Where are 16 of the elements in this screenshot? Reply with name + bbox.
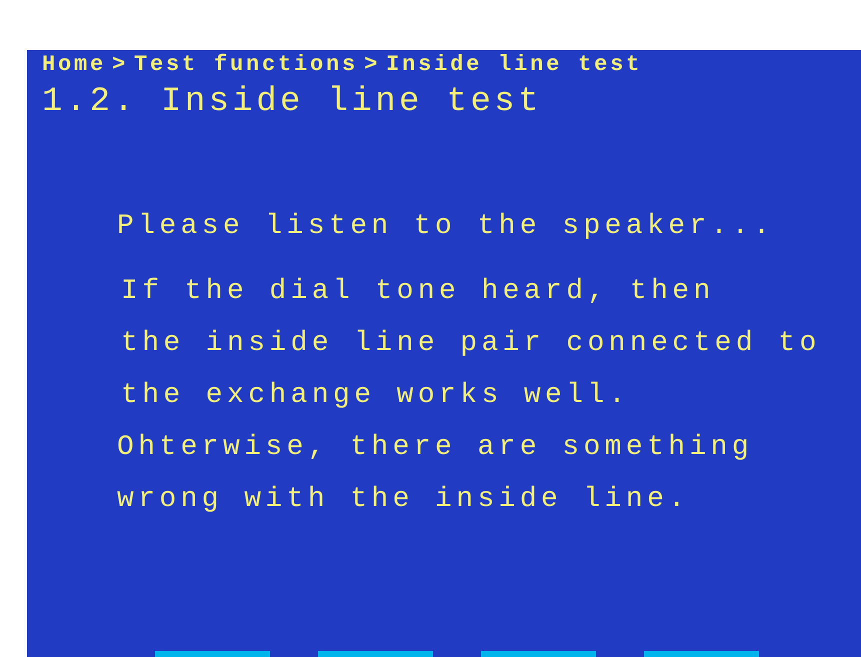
breadcrumb-item[interactable]: Test functions [134,52,358,78]
breadcrumb-separator: > [364,52,380,78]
breadcrumb-item[interactable]: Inside line test [386,52,642,78]
softkey-button[interactable] [481,651,596,657]
message-line: the inside line pair connected to [121,327,822,361]
breadcrumb-separator: > [112,52,128,78]
softkey-button[interactable] [644,651,759,657]
message-line: Ohterwise, there are something [117,431,754,465]
softkey-button[interactable] [318,651,433,657]
message-line: wrong with the inside line. [117,483,690,517]
message-line: the exchange works well. [121,379,631,413]
breadcrumb-item[interactable]: Home [42,52,106,78]
prompt-text: Please listen to the speaker... [117,210,776,244]
softkey-button[interactable] [155,651,270,657]
page-title: 1.2. Inside line test [42,82,543,123]
message-line: If the dial tone heard, then [121,275,716,309]
